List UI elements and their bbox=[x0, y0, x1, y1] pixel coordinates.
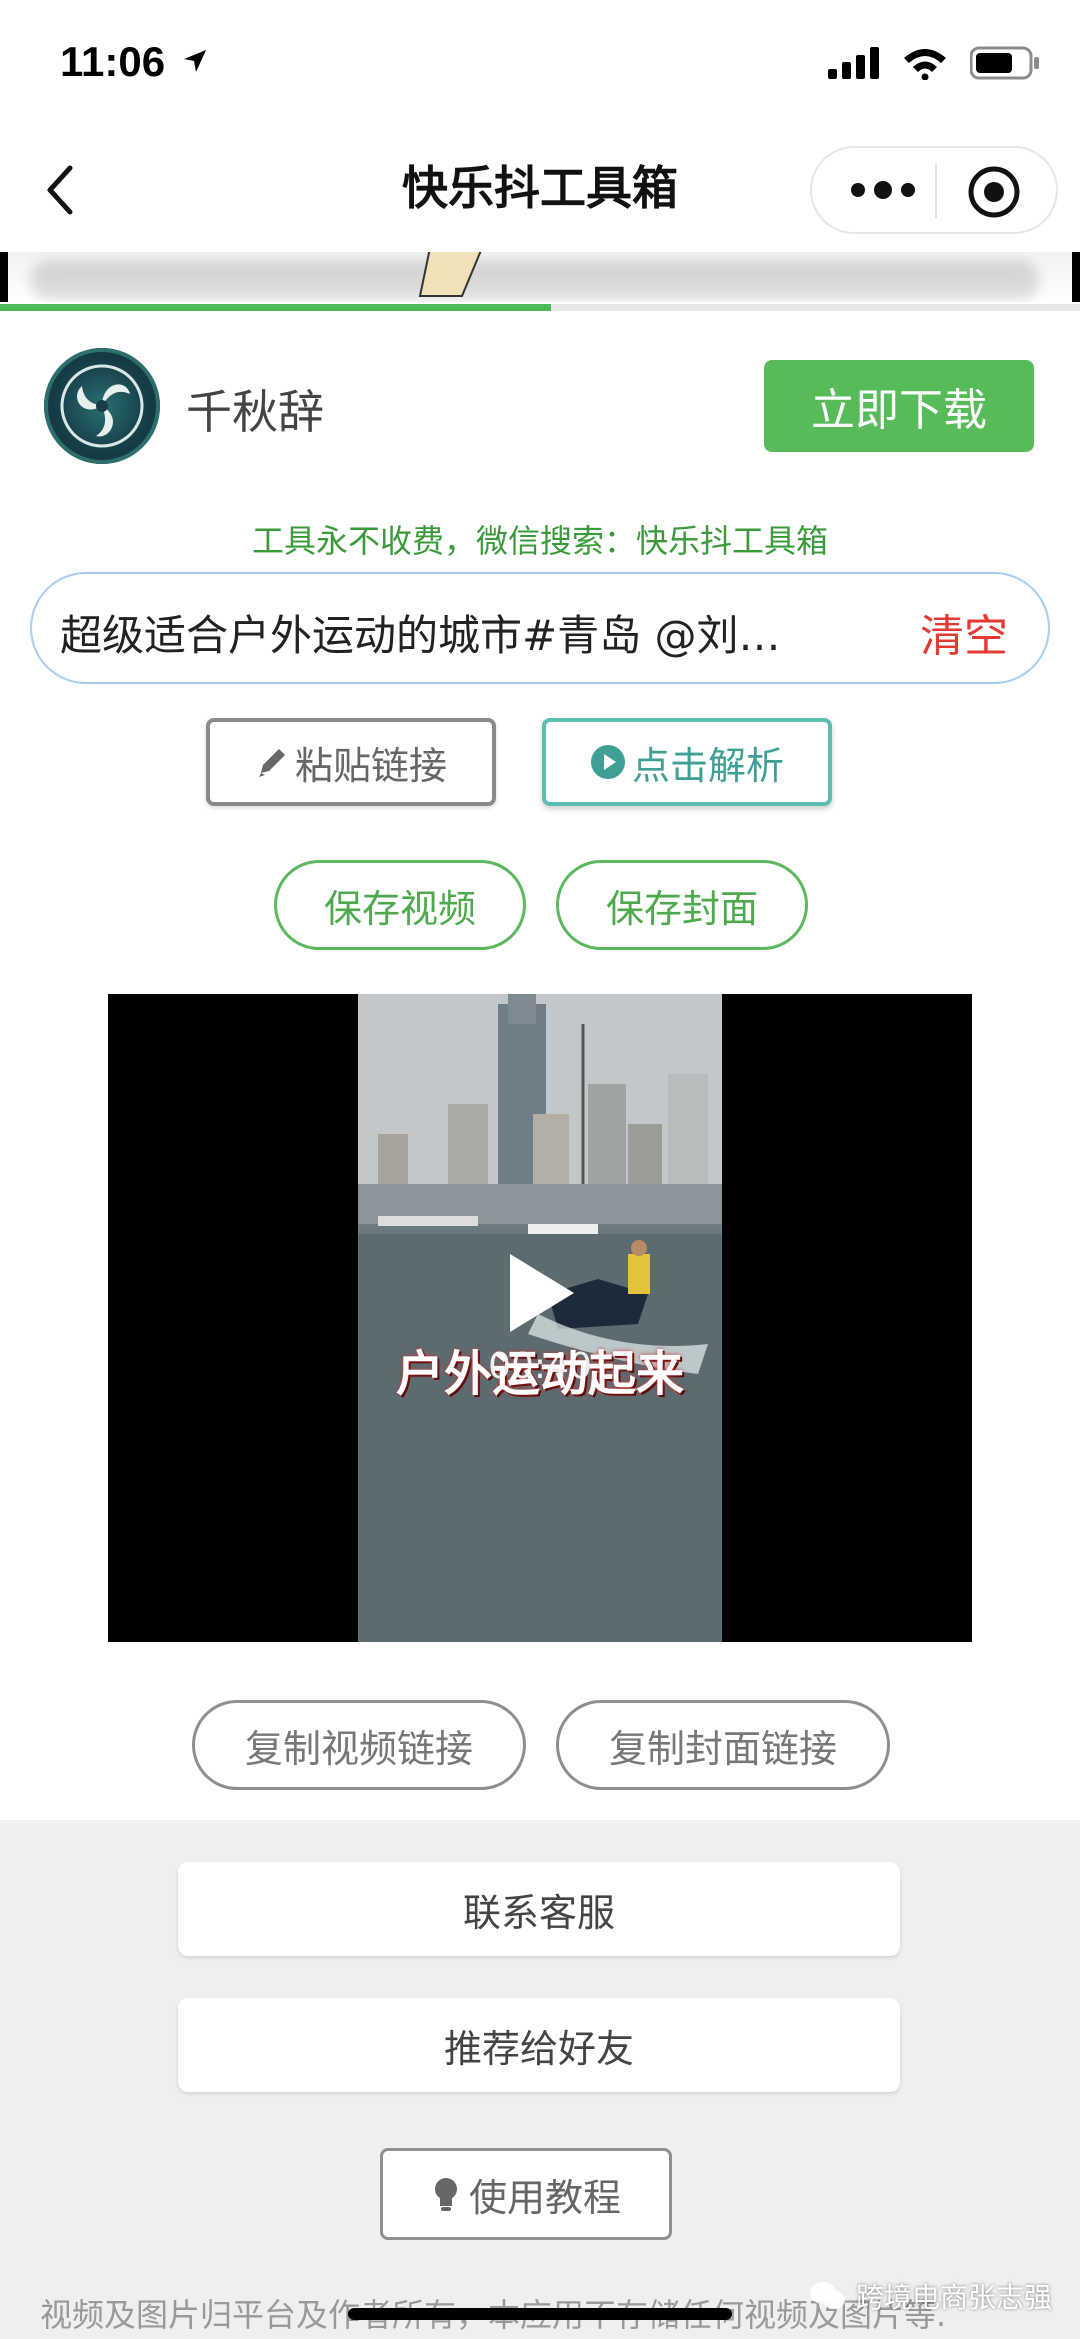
paste-link-button[interactable]: 粘贴链接 bbox=[206, 718, 496, 806]
avatar bbox=[44, 348, 160, 464]
miniprogram-capsule bbox=[810, 146, 1058, 234]
wechat-icon bbox=[809, 2282, 845, 2309]
banner-graphic bbox=[418, 252, 482, 297]
tutorial-label: 使用教程 bbox=[468, 2175, 621, 2220]
more-icon[interactable] bbox=[848, 172, 918, 208]
signal-icon bbox=[828, 47, 879, 79]
top-banner[interactable] bbox=[0, 252, 1080, 302]
status-bar: 11:06 bbox=[0, 0, 1080, 130]
save-video-button[interactable]: 保存视频 bbox=[274, 860, 526, 950]
capsule-divider bbox=[935, 164, 937, 218]
watermark: 跨境电商张志强 bbox=[808, 2276, 1052, 2316]
play-icon[interactable] bbox=[506, 1250, 578, 1336]
banner-edge-right bbox=[1072, 252, 1080, 302]
tutorial-button[interactable]: 使用教程 bbox=[380, 2148, 672, 2240]
pencil-icon bbox=[258, 749, 285, 777]
play-circle-icon bbox=[590, 745, 625, 779]
close-miniprogram-icon[interactable] bbox=[966, 164, 1022, 220]
home-indicator bbox=[348, 2308, 732, 2320]
wifi-icon bbox=[904, 49, 946, 80]
progress-bar bbox=[0, 304, 1080, 311]
free-notice: 工具永不收费，微信搜索：快乐抖工具箱 bbox=[251, 522, 828, 560]
clear-button[interactable]: 清空 bbox=[920, 600, 1008, 664]
paste-link-label: 粘贴链接 bbox=[294, 743, 447, 788]
navigation-bar: 快乐抖工具箱 bbox=[0, 130, 1080, 250]
copy-cover-link-button[interactable]: 复制封面链接 bbox=[556, 1700, 890, 1790]
triskelion-icon bbox=[60, 364, 144, 448]
parse-button[interactable]: 点击解析 bbox=[542, 718, 832, 806]
download-now-button[interactable]: 立即下载 bbox=[764, 360, 1034, 452]
parse-label: 点击解析 bbox=[631, 743, 784, 788]
location-arrow-icon bbox=[184, 50, 206, 72]
battery-icon bbox=[970, 46, 1039, 80]
banner-edge-left bbox=[0, 252, 8, 302]
contact-support-button[interactable]: 联系客服 bbox=[178, 1862, 900, 1956]
lightbulb-icon bbox=[434, 2178, 457, 2211]
progress-fill bbox=[0, 304, 551, 311]
watermark-text: 跨境电商张志强 bbox=[855, 2281, 1052, 2314]
copy-video-link-button[interactable]: 复制视频链接 bbox=[192, 1700, 526, 1790]
username: 千秋辞 bbox=[186, 385, 324, 439]
banner-shadow bbox=[30, 260, 1040, 300]
video-player[interactable]: 户外运动起来 00:40 bbox=[108, 994, 972, 1642]
video-time: 00:40 bbox=[488, 1346, 592, 1387]
link-input[interactable]: 超级适合户外运动的城市#青岛 @刘… 清空 bbox=[30, 572, 1050, 684]
link-input-value[interactable]: 超级适合户外运动的城市#青岛 @刘… bbox=[60, 602, 880, 663]
recommend-to-friends-button[interactable]: 推荐给好友 bbox=[178, 1998, 900, 2092]
status-time: 11:06 bbox=[60, 38, 166, 85]
save-cover-button[interactable]: 保存封面 bbox=[556, 860, 808, 950]
